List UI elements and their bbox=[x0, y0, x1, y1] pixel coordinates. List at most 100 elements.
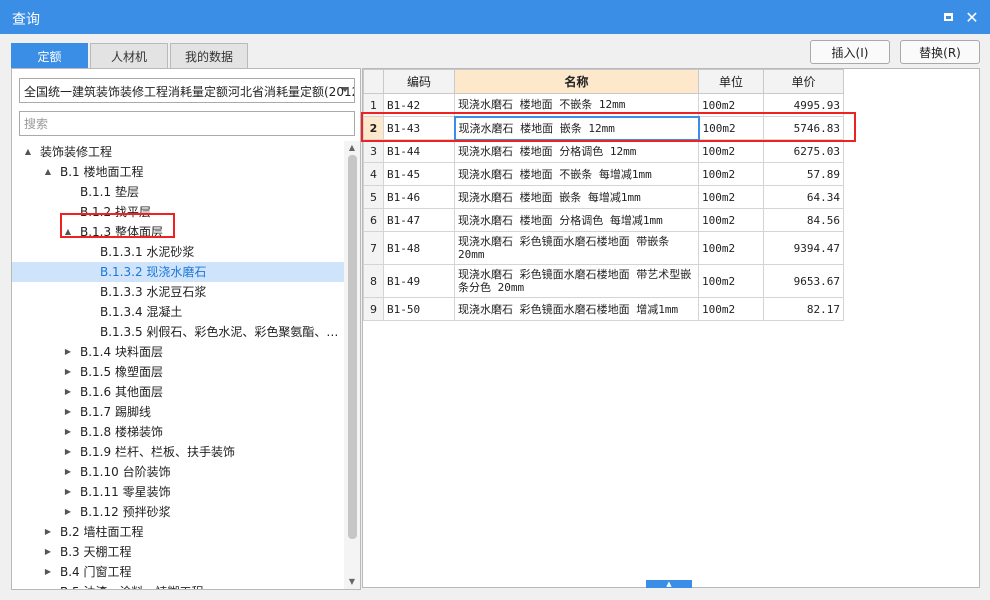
expand-icon[interactable]: ▶ bbox=[42, 522, 54, 542]
cell-price[interactable]: 5746.83 bbox=[763, 116, 844, 140]
tree-item[interactable]: B.1.2 找平层 bbox=[12, 202, 344, 222]
header-price[interactable]: 单价 bbox=[763, 69, 844, 94]
close-icon[interactable]: ✕ bbox=[962, 7, 982, 27]
tree-item[interactable]: B.1.3.4 混凝土 bbox=[12, 302, 344, 322]
cell-code[interactable]: B1-42 bbox=[383, 93, 455, 117]
scroll-down-icon[interactable]: ▼ bbox=[344, 575, 360, 589]
cell-unit[interactable]: 100m2 bbox=[698, 162, 764, 186]
cell-unit[interactable]: 100m2 bbox=[698, 264, 764, 298]
expand-icon[interactable]: ▶ bbox=[62, 442, 74, 462]
row-index[interactable]: 9 bbox=[363, 297, 384, 321]
cell-name[interactable]: 现浇水磨石 楼地面 嵌条 每增减1mm bbox=[454, 185, 699, 209]
cell-code[interactable]: B1-47 bbox=[383, 208, 455, 232]
cell-name[interactable]: 现浇水磨石 彩色镜面水磨石楼地面 增减1mm bbox=[454, 297, 699, 321]
expand-icon[interactable]: ▶ bbox=[62, 462, 74, 482]
expand-icon[interactable]: ▶ bbox=[62, 362, 74, 382]
cell-code[interactable]: B1-43 bbox=[383, 116, 455, 140]
expand-icon[interactable]: ▶ bbox=[42, 562, 54, 582]
cell-price[interactable]: 9653.67 bbox=[763, 264, 844, 298]
tree-scrollbar[interactable]: ▲ ▼ bbox=[344, 141, 360, 589]
table-row[interactable]: 6 B1-47 现浇水磨石 楼地面 分格调色 每增减1mm 100m2 84.56 bbox=[363, 208, 844, 232]
expand-icon[interactable]: ▶ bbox=[62, 402, 74, 422]
tree-item[interactable]: ▶ B.1.5 橡塑面层 bbox=[12, 362, 344, 382]
cell-price[interactable]: 84.56 bbox=[763, 208, 844, 232]
cell-unit[interactable]: 100m2 bbox=[698, 208, 764, 232]
tree-item[interactable]: ▶ B.4 门窗工程 bbox=[12, 562, 344, 582]
tree-item[interactable]: ▶ B.1.9 栏杆、栏板、扶手装饰 bbox=[12, 442, 344, 462]
search-input[interactable] bbox=[19, 111, 355, 136]
tree-item[interactable]: B.1.3.3 水泥豆石浆 bbox=[12, 282, 344, 302]
row-index[interactable]: 4 bbox=[363, 162, 384, 186]
table-row[interactable]: 4 B1-45 现浇水磨石 楼地面 不嵌条 每增减1mm 100m2 57.89 bbox=[363, 162, 844, 186]
tree-item[interactable]: ▶ B.1.11 零星装饰 bbox=[12, 482, 344, 502]
cell-code[interactable]: B1-48 bbox=[383, 231, 455, 265]
expand-icon[interactable]: ▶ bbox=[42, 542, 54, 562]
table-row[interactable]: 9 B1-50 现浇水磨石 彩色镜面水磨石楼地面 增减1mm 100m2 82.17 bbox=[363, 297, 844, 321]
cell-price[interactable]: 9394.47 bbox=[763, 231, 844, 265]
scroll-up-icon[interactable]: ▲ bbox=[344, 141, 360, 155]
cell-price[interactable]: 57.89 bbox=[763, 162, 844, 186]
expand-icon[interactable]: ▶ bbox=[62, 422, 74, 442]
expand-icon[interactable]: ▶ bbox=[62, 502, 74, 522]
tab-labor-materials[interactable]: 人材机 bbox=[90, 43, 168, 68]
cell-unit[interactable]: 100m2 bbox=[698, 231, 764, 265]
panel-splitter-handle[interactable]: ▲ bbox=[646, 580, 692, 588]
tree-item[interactable]: B.1.1 垫层 bbox=[12, 182, 344, 202]
cell-price[interactable]: 4995.93 bbox=[763, 93, 844, 117]
tree-item[interactable]: ▶ B.5 油漆、涂料、裱糊工程 bbox=[12, 582, 344, 589]
row-index[interactable]: 2 bbox=[363, 116, 384, 140]
insert-button[interactable]: 插入(I) bbox=[810, 40, 890, 64]
collapse-icon[interactable]: ▲ bbox=[42, 162, 54, 182]
cell-name[interactable]: 现浇水磨石 彩色镜面水磨石楼地面 带嵌条 20mm bbox=[454, 231, 699, 265]
cell-code[interactable]: B1-46 bbox=[383, 185, 455, 209]
tab-my-data[interactable]: 我的数据 bbox=[170, 43, 248, 68]
row-index[interactable]: 3 bbox=[363, 139, 384, 163]
cell-unit[interactable]: 100m2 bbox=[698, 185, 764, 209]
table-row[interactable]: 7 B1-48 现浇水磨石 彩色镜面水磨石楼地面 带嵌条 20mm 100m2 9394… bbox=[363, 231, 844, 265]
tree-item[interactable]: ▶ B.1.10 台阶装饰 bbox=[12, 462, 344, 482]
expand-icon[interactable]: ▶ bbox=[42, 582, 54, 589]
collapse-icon[interactable]: ▲ bbox=[22, 142, 34, 162]
table-row[interactable]: 8 B1-49 现浇水磨石 彩色镜面水磨石楼地面 带艺术型嵌条分色 20mm 100m… bbox=[363, 264, 844, 298]
row-index[interactable]: 8 bbox=[363, 264, 384, 298]
tree-item[interactable]: ▶ B.1.7 踢脚线 bbox=[12, 402, 344, 422]
cell-name[interactable]: 现浇水磨石 楼地面 分格调色 每增减1mm bbox=[454, 208, 699, 232]
tree-item[interactable]: ▲ 装饰装修工程 bbox=[12, 142, 344, 162]
row-index[interactable]: 1 bbox=[363, 93, 384, 117]
cell-name[interactable]: 现浇水磨石 楼地面 嵌条 12mm bbox=[453, 115, 700, 141]
cell-price[interactable]: 6275.03 bbox=[763, 139, 844, 163]
tree-item[interactable]: ▲ B.1.3 整体面层 bbox=[12, 222, 344, 242]
table-row[interactable]: 2 B1-43 现浇水磨石 楼地面 嵌条 12mm 100m2 5746.83 bbox=[363, 115, 844, 141]
row-index[interactable]: 6 bbox=[363, 208, 384, 232]
cell-price[interactable]: 64.34 bbox=[763, 185, 844, 209]
cell-name[interactable]: 现浇水磨石 楼地面 不嵌条 12mm bbox=[454, 93, 699, 117]
tree-item[interactable]: ▶ B.1.8 楼梯装饰 bbox=[12, 422, 344, 442]
cell-code[interactable]: B1-50 bbox=[383, 297, 455, 321]
cell-unit[interactable]: 100m2 bbox=[698, 116, 764, 140]
expand-icon[interactable]: ▶ bbox=[62, 482, 74, 502]
table-row[interactable]: 1 B1-42 现浇水磨石 楼地面 不嵌条 12mm 100m2 4995.93 bbox=[363, 93, 844, 117]
quota-library-select[interactable]: 全国统一建筑装饰装修工程消耗量定额河北省消耗量定额(2012) bbox=[19, 78, 355, 103]
tab-quota[interactable]: 定额 bbox=[11, 43, 88, 68]
cell-unit[interactable]: 100m2 bbox=[698, 139, 764, 163]
cell-price[interactable]: 82.17 bbox=[763, 297, 844, 321]
cell-code[interactable]: B1-49 bbox=[383, 264, 455, 298]
cell-name[interactable]: 现浇水磨石 彩色镜面水磨石楼地面 带艺术型嵌条分色 20mm bbox=[454, 264, 699, 298]
row-index[interactable]: 7 bbox=[363, 231, 384, 265]
cell-code[interactable]: B1-45 bbox=[383, 162, 455, 186]
tree-item[interactable]: ▶ B.1.4 块料面层 bbox=[12, 342, 344, 362]
table-row[interactable]: 3 B1-44 现浇水磨石 楼地面 分格调色 12mm 100m2 6275.03 bbox=[363, 139, 844, 163]
scrollbar-thumb[interactable] bbox=[348, 155, 357, 539]
header-name[interactable]: 名称 bbox=[454, 69, 699, 94]
expand-icon[interactable]: ▶ bbox=[62, 342, 74, 362]
cell-unit[interactable]: 100m2 bbox=[698, 93, 764, 117]
table-row[interactable]: 5 B1-46 现浇水磨石 楼地面 嵌条 每增减1mm 100m2 64.34 bbox=[363, 185, 844, 209]
tree-item[interactable]: B.1.3.1 水泥砂浆 bbox=[12, 242, 344, 262]
expand-icon[interactable]: ▶ bbox=[62, 382, 74, 402]
tree-item[interactable]: ▶ B.1.12 预拌砂浆 bbox=[12, 502, 344, 522]
tree-item[interactable]: B.1.3.2 现浇水磨石 bbox=[12, 262, 344, 282]
header-code[interactable]: 编码 bbox=[383, 69, 455, 94]
row-index[interactable]: 5 bbox=[363, 185, 384, 209]
cell-name[interactable]: 现浇水磨石 楼地面 分格调色 12mm bbox=[454, 139, 699, 163]
cell-unit[interactable]: 100m2 bbox=[698, 297, 764, 321]
